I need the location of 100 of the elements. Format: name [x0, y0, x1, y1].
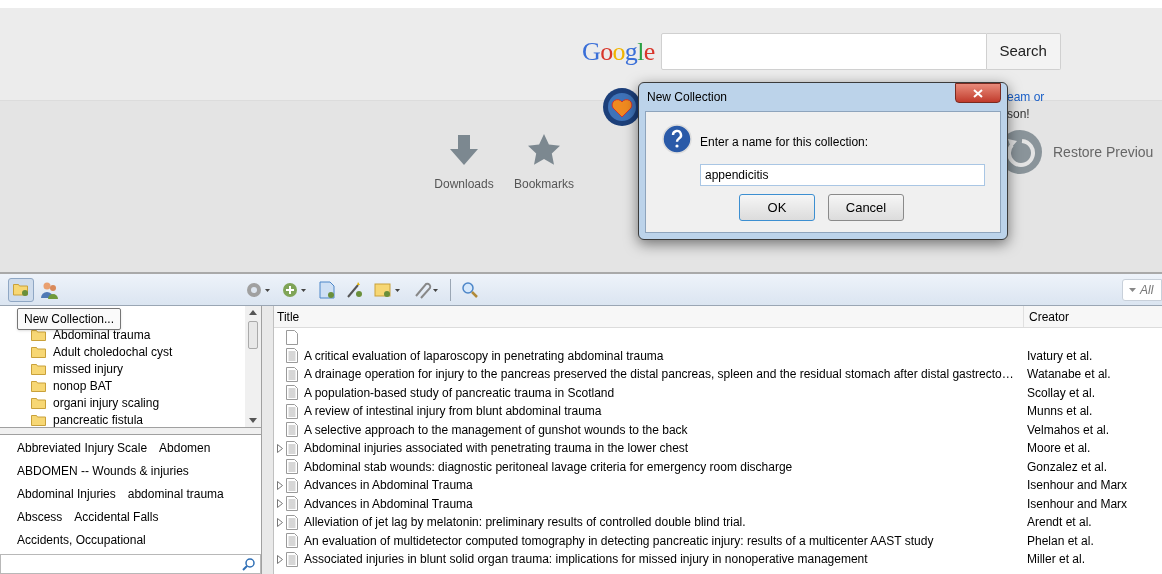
document-icon — [286, 459, 298, 475]
item-creator: Ivatury et al. — [1026, 347, 1093, 365]
restore-session-label[interactable]: Restore Previou — [1053, 141, 1154, 163]
collection-name[interactable]: organi injury scaling — [53, 393, 160, 412]
new-collection-button[interactable] — [8, 277, 34, 302]
search-button[interactable]: Search — [986, 33, 1061, 70]
document-icon — [286, 403, 298, 419]
item-creator: Arendt et al. — [1026, 514, 1092, 532]
item-title: Associated injuries in blunt solid organ trauma: implications for missed injury in nonoperative management — [304, 551, 868, 569]
search-icon[interactable] — [461, 280, 479, 299]
add-item-icon[interactable] — [282, 280, 308, 299]
star-icon — [527, 133, 561, 167]
search-field[interactable] — [660, 33, 987, 70]
dialog-title: New Collection — [646, 89, 728, 106]
arrow-up-icon[interactable] — [249, 310, 257, 315]
document-icon — [286, 385, 298, 401]
close-button[interactable] — [955, 83, 1001, 103]
item-title: Advances in Abdominal Trauma — [304, 495, 473, 513]
search-icon[interactable] — [242, 557, 256, 571]
item-title: Advances in Abdominal Trauma — [304, 477, 473, 495]
dialog-button[interactable]: Cancel — [828, 194, 904, 221]
item-creator: Munns et al. — [1026, 403, 1093, 421]
document-icon — [286, 348, 298, 364]
collection-name[interactable]: missed injury — [53, 359, 124, 378]
new-item-icon[interactable] — [374, 280, 402, 299]
item-title: Abdominal stab wounds: diagnostic peritoneal lavage criteria for emergency room discharge — [304, 458, 793, 476]
tag[interactable]: Accidental Falls — [74, 507, 159, 526]
close-icon — [973, 88, 983, 98]
item-title: Alleviation of jet lag by melatonin: preliminary results of controlled double blind trial. — [304, 514, 746, 532]
pane-splitter[interactable] — [0, 428, 261, 435]
item-creator: Velmahos et al. — [1026, 421, 1110, 439]
download-arrow-icon — [447, 133, 481, 167]
dialog-button[interactable]: OK — [739, 194, 815, 221]
tag[interactable]: Accidents, Occupational — [17, 530, 146, 549]
document-icon — [286, 551, 298, 567]
paperclip-icon[interactable] — [412, 280, 440, 299]
item-title: An evaluation of multidetector computed tomography in detecting pancreatic injury: results of a multicenter AAST study — [304, 532, 934, 550]
collection-name[interactable]: pancreatic fistula — [53, 410, 144, 427]
folder-icon — [31, 362, 47, 375]
expand-triangle-icon[interactable] — [277, 443, 283, 453]
expand-triangle-icon[interactable] — [277, 554, 283, 564]
tag[interactable]: Abdominal Injuries — [17, 484, 116, 503]
item-creator: Isenhour and Marx — [1026, 477, 1128, 495]
document-icon — [286, 514, 298, 530]
item-title: A critical evaluation of laparoscopy in penetrating abdominal trauma — [304, 347, 664, 365]
folder-icon — [31, 328, 47, 341]
expand-triangle-icon[interactable] — [277, 499, 283, 509]
expand-triangle-icon[interactable] — [277, 480, 283, 490]
collection-name[interactable]: nonop BAT — [53, 376, 113, 395]
document-icon — [286, 366, 298, 382]
tag[interactable]: Abbreviated Injury Scale — [17, 438, 148, 457]
expand-triangle-icon[interactable] — [277, 517, 283, 527]
caret-icon — [1129, 287, 1136, 292]
item-creator: Phelan et al. — [1026, 532, 1094, 550]
tag-search-field[interactable] — [0, 554, 261, 574]
google-logo: Google — [582, 38, 655, 65]
document-icon — [286, 533, 298, 549]
filter-field[interactable]: All — [1122, 278, 1162, 301]
document-icon — [286, 422, 298, 438]
snippet-link[interactable]: eam or — [1007, 88, 1045, 106]
scrollbar-thumb[interactable] — [248, 321, 258, 349]
item-creator: Watanabe et al. — [1026, 366, 1111, 384]
question-icon — [662, 124, 692, 154]
item-title: A population-based study of pancreatic trauma in Scotland — [304, 384, 615, 402]
gear-icon[interactable] — [246, 280, 272, 299]
arrow-down-icon[interactable] — [249, 418, 257, 423]
wand-icon[interactable] — [346, 280, 364, 299]
item-title: A selective approach to the management of gunshot wounds to the back — [304, 421, 688, 439]
new-note-icon[interactable] — [318, 280, 336, 299]
tooltip: New Collection... — [17, 308, 122, 330]
item-creator: Gonzalez et al. — [1026, 458, 1108, 476]
scrollbar[interactable] — [245, 306, 261, 427]
item-creator: Miller et al. — [1026, 551, 1085, 569]
folder-icon — [31, 345, 47, 358]
item-title: Abdominal injuries associated with penetrating trauma in the lower chest — [304, 440, 689, 458]
column-header[interactable]: Title — [274, 306, 1024, 327]
snippet-text: son! — [1007, 106, 1030, 123]
folder-icon — [31, 413, 47, 426]
folder-icon — [31, 379, 47, 392]
document-icon — [286, 477, 298, 493]
tag[interactable]: Abdomen — [159, 438, 211, 457]
item-title: A drainage operation for injury to the pancreas preserved the distal pancreas, spleen and the residual stomach after distal gastrecto… — [304, 366, 1014, 384]
collection-name[interactable]: Adult choledochal cyst — [53, 342, 173, 361]
folder-icon — [31, 396, 47, 409]
shortcut-label[interactable]: Bookmarks — [514, 175, 574, 193]
item-creator: Scollay et al. — [1026, 384, 1096, 402]
dialog-prompt: Enter a name for this collection: — [700, 134, 870, 151]
document-icon — [286, 329, 298, 345]
tag[interactable]: abdominal trauma — [127, 484, 224, 503]
tag[interactable]: ABDOMEN -- Wounds & injuries — [17, 461, 189, 480]
collection-name-field[interactable]: appendicitis — [700, 164, 985, 186]
folder-add-icon — [13, 283, 29, 296]
item-creator: Isenhour and Marx — [1026, 495, 1128, 513]
column-header[interactable]: Creator — [1024, 306, 1162, 327]
item-title: A review of intestinal injury from blunt abdominal trauma — [304, 403, 602, 421]
document-icon — [286, 496, 298, 512]
item-creator: Moore et al. — [1026, 440, 1091, 458]
shortcut-label[interactable]: Downloads — [434, 175, 494, 193]
tag[interactable]: Abscess — [17, 507, 63, 526]
document-icon — [286, 440, 298, 456]
